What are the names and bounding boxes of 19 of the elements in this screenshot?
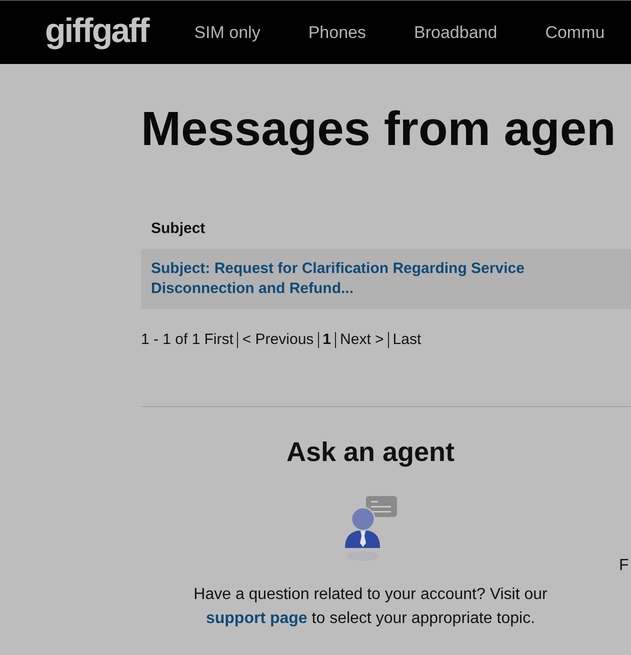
support-page-link[interactable]: support page (206, 610, 308, 627)
nav-link[interactable]: Phones (308, 22, 366, 42)
current-page[interactable]: 1 (322, 330, 332, 350)
pagination-summary: 1 - 1 of 1 (141, 330, 200, 350)
pagination-link[interactable]: First (204, 330, 234, 350)
column-header: Subject (151, 220, 206, 238)
nav-link[interactable]: SIM only (194, 22, 260, 42)
help-text: F (619, 556, 629, 576)
help-text: Have a question related to your account? Visit our support page to select your appropriate topic. (192, 584, 548, 629)
message-subject-link[interactable]: Subject: Request for Clarification Regarding Service Disconnection and Refund... (151, 258, 621, 299)
logo[interactable]: giffgaff (45, 14, 148, 48)
pagination-link[interactable]: Last (392, 330, 422, 350)
pagination-link[interactable]: Next > (340, 330, 384, 350)
pagination-link[interactable]: < Previous (242, 330, 314, 350)
section-title: Ask an agent (286, 436, 455, 468)
page-title: Messages from agen (141, 102, 617, 158)
nav-link[interactable]: Broadband (414, 22, 498, 42)
nav-link[interactable]: Commu (545, 22, 605, 42)
person-speech-bubble-icon (344, 496, 396, 564)
